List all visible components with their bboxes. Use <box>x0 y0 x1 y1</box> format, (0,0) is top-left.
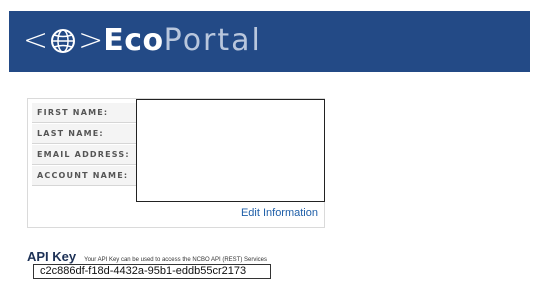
api-key-value[interactable]: c2c886df-f18d-4432a-95b1-eddb55cr2173 <box>33 264 271 279</box>
api-key-section-header: API Key Your API Key can be used to acce… <box>27 249 267 264</box>
email-address-label: EMAIL ADDRESS: <box>32 145 137 165</box>
last-name-label: LAST NAME: <box>32 124 137 144</box>
logo-left-bracket: < <box>23 23 49 58</box>
account-values-box <box>136 99 325 202</box>
api-key-heading: API Key <box>27 249 77 264</box>
api-key-description: Your API Key can be used to access the N… <box>84 257 268 263</box>
logo-eco-text: Eco <box>103 23 164 58</box>
account-info-panel: FIRST NAME: LAST NAME: EMAIL ADDRESS: AC… <box>27 98 325 228</box>
ecoportal-logo[interactable]: < > Eco Portal <box>23 23 262 59</box>
logo-right-bracket: > <box>78 23 104 58</box>
globe-icon <box>49 27 77 55</box>
logo-portal-text: Portal <box>163 23 262 58</box>
edit-information-link[interactable]: Edit Information <box>241 207 318 219</box>
first-name-label: FIRST NAME: <box>32 103 137 123</box>
site-header: < > Eco Portal <box>9 11 530 72</box>
account-name-label: ACCOUNT NAME: <box>32 166 137 186</box>
